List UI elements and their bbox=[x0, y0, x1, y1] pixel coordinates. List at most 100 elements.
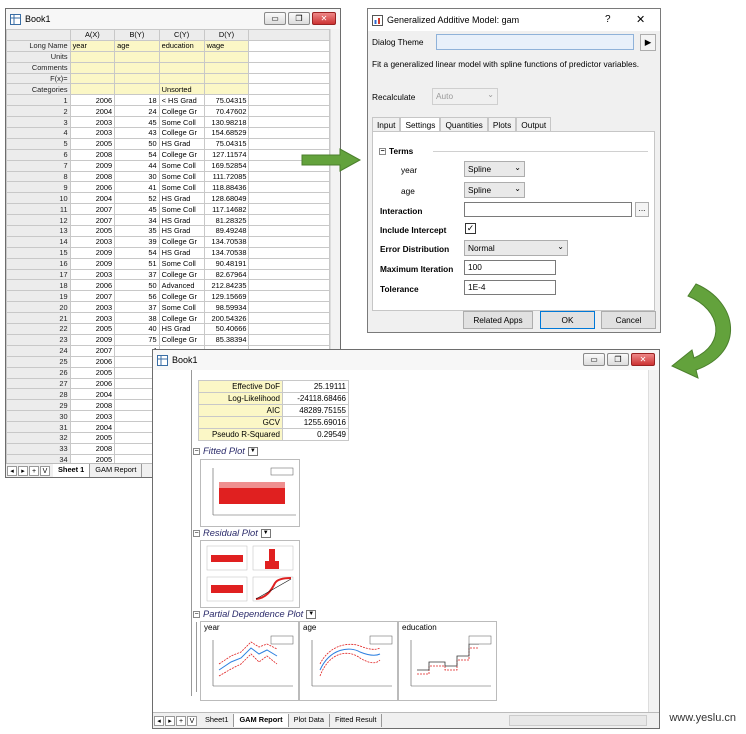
meta-cell[interactable] bbox=[69, 72, 116, 85]
data-cell[interactable]: 40 bbox=[114, 323, 160, 335]
meta-cell[interactable]: Unsorted bbox=[158, 83, 205, 96]
sheet-nav-button[interactable]: + bbox=[29, 465, 39, 476]
dialog-tab-quantities[interactable]: Quantities bbox=[440, 117, 488, 132]
data-cell[interactable]: 50 bbox=[114, 279, 160, 292]
dropdown-icon[interactable]: ▼ bbox=[260, 528, 271, 538]
data-cell[interactable]: 98.59934 bbox=[203, 301, 250, 314]
data-cell[interactable]: 54 bbox=[114, 246, 160, 259]
meta-cell[interactable] bbox=[158, 72, 205, 85]
meta-cell[interactable] bbox=[203, 50, 250, 63]
data-cell[interactable]: 2005 bbox=[69, 431, 116, 444]
data-cell[interactable]: 127.11574 bbox=[203, 148, 250, 161]
sheet-nav-button[interactable]: ◂ bbox=[7, 465, 17, 476]
data-cell[interactable]: 117.14682 bbox=[203, 203, 250, 216]
row-header[interactable]: 16 bbox=[6, 257, 71, 270]
data-cell[interactable]: 90.48191 bbox=[203, 257, 250, 270]
data-cell[interactable]: 2006 bbox=[69, 279, 116, 292]
help-button[interactable]: ? bbox=[605, 14, 611, 25]
data-cell[interactable]: 44 bbox=[114, 159, 160, 172]
data-cell[interactable]: < HS Grad bbox=[158, 94, 205, 107]
row-header[interactable]: 23 bbox=[6, 333, 71, 346]
dropdown-icon[interactable]: ▼ bbox=[306, 609, 317, 619]
stat-label[interactable]: Effective DoF bbox=[198, 380, 283, 393]
data-cell[interactable]: HS Grad bbox=[158, 137, 205, 150]
row-header[interactable]: 27 bbox=[6, 377, 71, 390]
interaction-field[interactable] bbox=[464, 202, 632, 217]
partial-panel-education[interactable]: education bbox=[398, 621, 497, 701]
row-header[interactable]: 21 bbox=[6, 312, 71, 325]
data-cell[interactable]: College Gr bbox=[158, 333, 205, 346]
data-cell[interactable]: 75.04315 bbox=[203, 137, 250, 150]
row-header[interactable]: 19 bbox=[6, 290, 71, 303]
data-cell[interactable]: 169.52854 bbox=[203, 159, 250, 172]
data-cell[interactable]: College Gr bbox=[158, 268, 205, 281]
data-cell[interactable]: Some Coll bbox=[158, 257, 205, 270]
dialog-tab-plots[interactable]: Plots bbox=[487, 117, 517, 132]
row-header[interactable]: 24 bbox=[6, 344, 71, 357]
data-cell[interactable]: 2007 bbox=[69, 290, 116, 303]
data-cell[interactable]: 2004 bbox=[69, 105, 116, 118]
stat-value[interactable]: 25.19111 bbox=[282, 380, 349, 393]
row-header[interactable]: 15 bbox=[6, 246, 71, 259]
data-cell[interactable]: 37 bbox=[114, 268, 160, 281]
data-cell[interactable]: 2005 bbox=[69, 366, 116, 379]
column-header[interactable]: A(X) bbox=[69, 29, 116, 41]
row-header[interactable]: 11 bbox=[6, 203, 71, 216]
meta-cell[interactable]: year bbox=[69, 39, 116, 52]
sheet-tab[interactable]: GAM Report bbox=[90, 464, 143, 477]
data-cell[interactable]: College Gr bbox=[158, 235, 205, 248]
include-intercept-checkbox[interactable]: ✓ bbox=[465, 223, 476, 234]
row-header[interactable]: 30 bbox=[6, 410, 71, 423]
fitted-plot-thumbnail[interactable] bbox=[200, 459, 300, 527]
data-cell[interactable]: 35 bbox=[114, 225, 160, 237]
row-header[interactable]: 7 bbox=[6, 159, 71, 172]
row-header[interactable]: 33 bbox=[6, 442, 71, 455]
data-cell[interactable]: College Gr bbox=[158, 290, 205, 303]
sheet-nav-button[interactable]: + bbox=[176, 715, 186, 726]
data-cell[interactable]: 2006 bbox=[69, 355, 116, 368]
data-cell[interactable]: 75.04315 bbox=[203, 94, 250, 107]
report-sheet-tab[interactable]: GAM Report bbox=[234, 714, 289, 727]
dialog-theme-field[interactable] bbox=[436, 34, 634, 50]
row-header[interactable]: 14 bbox=[6, 235, 71, 248]
data-cell[interactable]: 51 bbox=[114, 257, 160, 270]
meta-cell[interactable] bbox=[69, 83, 116, 96]
data-cell[interactable]: HS Grad bbox=[158, 323, 205, 335]
data-cell[interactable]: 212.84235 bbox=[203, 279, 250, 292]
row-header[interactable]: 32 bbox=[6, 431, 71, 444]
row-header[interactable]: 18 bbox=[6, 279, 71, 292]
data-cell[interactable]: 45 bbox=[114, 116, 160, 129]
data-cell[interactable]: Some Coll bbox=[158, 159, 205, 172]
row-header[interactable]: 12 bbox=[6, 214, 71, 227]
data-cell[interactable]: 2009 bbox=[69, 246, 116, 259]
data-cell[interactable]: 118.88436 bbox=[203, 181, 250, 194]
data-cell[interactable]: 39 bbox=[114, 235, 160, 248]
stat-value[interactable]: 48289.75155 bbox=[282, 404, 349, 417]
data-cell[interactable]: HS Grad bbox=[158, 214, 205, 227]
sheet-nav-button[interactable]: V bbox=[187, 715, 197, 726]
data-cell[interactable]: 2007 bbox=[69, 214, 116, 227]
data-cell[interactable]: 2003 bbox=[69, 312, 116, 325]
related-apps-button[interactable]: Related Apps bbox=[463, 311, 533, 329]
row-header[interactable]: 2 bbox=[6, 105, 71, 118]
dropdown-icon[interactable]: ▼ bbox=[247, 446, 258, 456]
row-header[interactable]: 26 bbox=[6, 366, 71, 379]
report-sheet-tab[interactable]: Plot Data bbox=[289, 714, 330, 727]
data-cell[interactable]: 2006 bbox=[69, 94, 116, 107]
stat-label[interactable]: AIC bbox=[198, 404, 283, 417]
data-cell[interactable]: 134.70538 bbox=[203, 235, 250, 248]
data-cell[interactable]: 52 bbox=[114, 192, 160, 205]
row-header[interactable]: 4 bbox=[6, 127, 71, 139]
fitted-plot-header[interactable]: − Fitted Plot ▼ bbox=[193, 446, 258, 456]
max-iteration-field[interactable]: 100 bbox=[464, 260, 556, 275]
sheet-tab[interactable]: Sheet 1 bbox=[53, 464, 91, 477]
data-cell[interactable]: 2008 bbox=[69, 170, 116, 183]
meta-cell[interactable] bbox=[69, 50, 116, 63]
row-header[interactable]: 3 bbox=[6, 116, 71, 129]
term-year-select[interactable]: Spline ⌄ bbox=[464, 161, 525, 177]
report-sheet-tab[interactable]: Fitted Result bbox=[330, 714, 383, 727]
terms-group-header[interactable]: − Terms bbox=[379, 146, 413, 156]
data-cell[interactable]: 2008 bbox=[69, 442, 116, 455]
restore-button[interactable]: ❐ bbox=[288, 12, 310, 25]
meta-cell[interactable] bbox=[158, 61, 205, 74]
